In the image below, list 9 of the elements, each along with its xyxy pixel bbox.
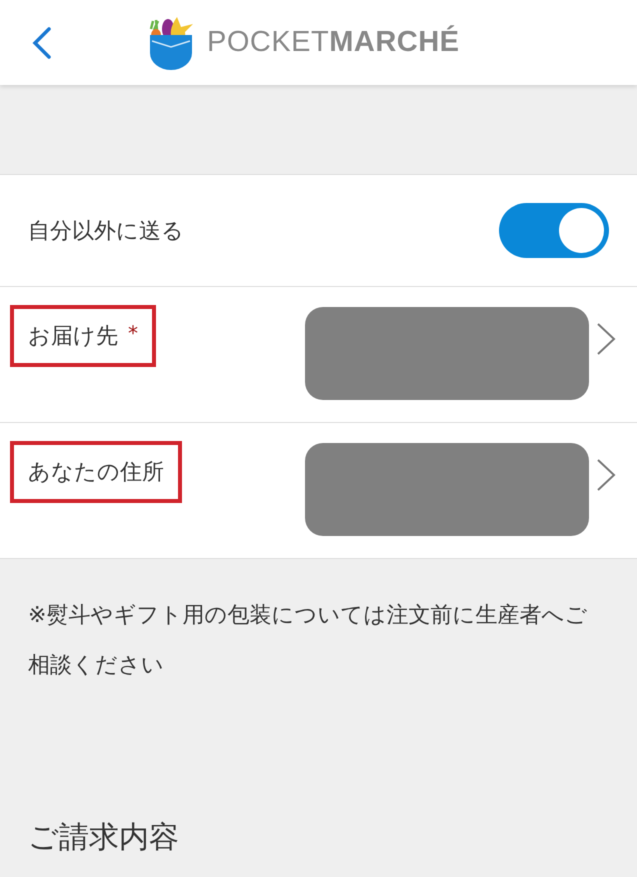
setting-label[interactable]: お届け先 — [28, 321, 118, 351]
logo-text: POCKETMARCHÉ — [207, 26, 460, 59]
section-heading: ご請求内容 — [28, 819, 180, 857]
required-mark: * — [128, 321, 138, 345]
chevron-right-icon[interactable] — [595, 457, 617, 493]
note-text: ※熨斗やギフト用の包装については注文前に生産者へご相談ください — [28, 602, 588, 680]
setting-label: 自分以外に送る — [28, 218, 184, 246]
chevron-right-icon[interactable] — [595, 321, 617, 357]
setting-label[interactable]: あなたの住所 — [28, 457, 164, 487]
